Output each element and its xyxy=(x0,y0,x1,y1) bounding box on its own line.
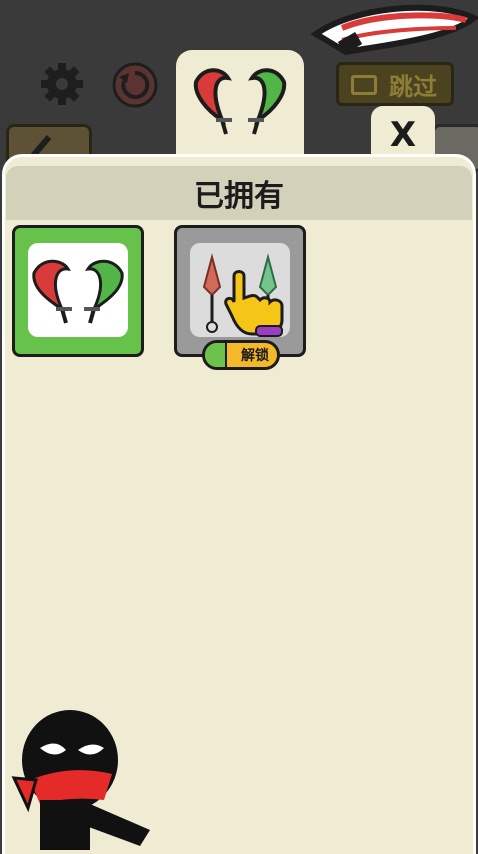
skip-button[interactable]: 跳过 xyxy=(336,62,454,106)
current-weapon-preview xyxy=(310,4,478,56)
ninja-character xyxy=(11,710,150,850)
blades-tab-icon xyxy=(193,68,287,135)
skip-label: 跳过 xyxy=(389,72,437,101)
settings-button[interactable] xyxy=(38,60,86,108)
hand-pointer-icon xyxy=(224,270,284,337)
gear-icon xyxy=(41,63,83,105)
blades-item-icon xyxy=(32,259,124,324)
panel-title: 已拥有 xyxy=(6,166,472,220)
unlock-progress-fill xyxy=(205,343,228,367)
unlock-button[interactable]: 解锁 xyxy=(202,340,280,370)
close-icon: X xyxy=(389,115,417,155)
item-card-blades[interactable] xyxy=(12,225,144,357)
video-icon xyxy=(351,75,377,95)
restart-button[interactable] xyxy=(110,60,160,110)
restart-icon xyxy=(112,62,158,108)
tab-weapons[interactable] xyxy=(176,50,304,170)
unlock-label: 解锁 xyxy=(241,348,269,364)
item-image-frame xyxy=(28,243,128,337)
